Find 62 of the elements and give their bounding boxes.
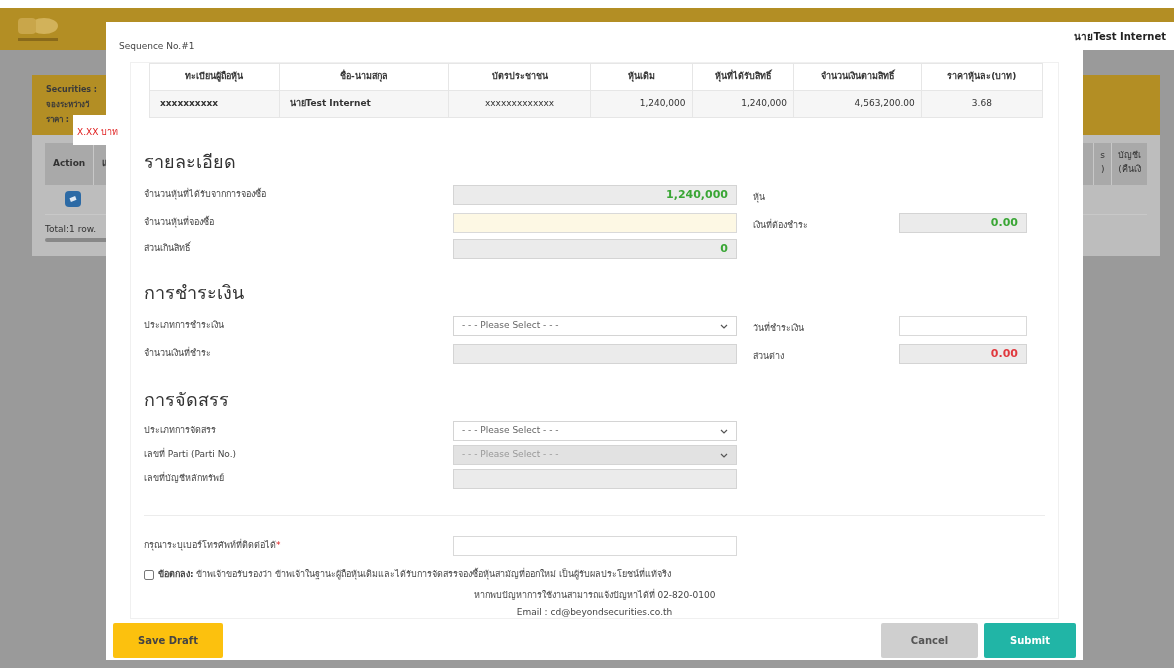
table-cell: นายTest Internet <box>279 90 449 118</box>
field-label: ส่วนต่าง <box>753 351 784 361</box>
field-label: หุ้น <box>753 192 765 202</box>
field-label: วันที่ชำระเงิน <box>753 323 804 333</box>
modal-title: Sequence No.#1 <box>119 41 195 51</box>
column-header: จำนวนเงินตามสิทธิ์ <box>793 63 922 91</box>
input-field[interactable] <box>899 316 1027 336</box>
section-heading: รายละเอียด <box>144 150 237 174</box>
readonly-field[interactable]: 0.00 <box>899 213 1027 233</box>
edit-icon <box>69 195 77 203</box>
field-label: ประเภทการชำระเงิน <box>144 319 225 333</box>
readonly-field[interactable]: 0 <box>453 239 737 259</box>
draft-button[interactable]: Save Draft <box>113 623 223 658</box>
agreement-text: ข้อตกลง: ข้าพเจ้าขอรับรองว่า ข้าพเจ้าในฐานะผู้ถือหุ้นเดิมและได้รับการจัดสรรจองซื้อหุ้นสามัญที่ออกใหม่ เป็นผู้รับผลประโยชน์ที่แท้จริง <box>158 568 672 582</box>
field-label: เงินที่ต้องชำระ <box>753 220 808 230</box>
field-label: กรุณาระบุเบอร์โทรศัพท์ที่ติดต่อได้* <box>144 539 282 553</box>
readonly-field[interactable]: 0.00 <box>899 344 1027 364</box>
footer-text: หากพบปัญหาการใช้งานสามารถแจ้งปัญหาได้ที่ 02-820-0100 <box>473 588 716 602</box>
readonly-field[interactable]: 1,240,000 <box>453 185 737 205</box>
price-text: X.XX บาท <box>77 127 119 137</box>
field-label: จำนวนหุ้นที่ได้รับจากการจองซื้อ <box>144 188 267 202</box>
readonly-field[interactable] <box>453 469 737 489</box>
footer-text: Email : cd@beyondsecurities.co.th <box>516 606 673 619</box>
cancel-button[interactable]: Cancel <box>881 623 978 658</box>
table-cell: xxxxxxxxxxxxx <box>448 90 591 118</box>
column-header: หุ้นเดิม <box>590 63 693 91</box>
chevron-down-icon <box>720 452 728 458</box>
select-field[interactable]: - - - Please Select - - - <box>453 421 737 441</box>
field-label: เลขที่ Parti (Parti No.) <box>144 448 238 462</box>
table-cell: 1,240,000 <box>590 90 693 118</box>
column-header: ทะเบียนผู้ถือหุ้น <box>149 63 280 91</box>
table-header: s ) <box>1093 143 1111 185</box>
card-text: ราคา : <box>46 114 69 126</box>
chevron-down-icon <box>720 323 728 329</box>
field-label: ประเภทการจัดสรร <box>144 424 217 438</box>
column-header: ราคาหุ้นละ(บาท) <box>921 63 1043 91</box>
card-text: จองระหว่างวั <box>46 99 89 111</box>
field-label: จำนวนหุ้นที่จองซื้อ <box>144 216 215 230</box>
agreement-checkbox[interactable] <box>144 569 154 580</box>
column-header: หุ้นที่ได้รับสิทธิ์ <box>692 63 794 91</box>
field-label: เลขที่บัญชีหลักทรัพย์ <box>144 472 225 486</box>
chevron-down-icon <box>720 428 728 434</box>
column-header: บัตรประชาชน <box>448 63 591 91</box>
readonly-field[interactable] <box>453 344 737 364</box>
card-text: Securities : <box>46 84 98 96</box>
field-label: ส่วนเกินสิทธิ์ <box>144 242 192 256</box>
input-field[interactable] <box>453 213 737 233</box>
row-total: Total:1 row. <box>45 222 97 236</box>
select-field[interactable]: - - - Please Select - - - <box>453 316 737 336</box>
table-cell: xxxxxxxxxx <box>149 90 280 118</box>
table-cell: 1,240,000 <box>692 90 794 118</box>
section-heading: การจัดสรร <box>144 388 230 412</box>
submit-button[interactable]: Submit <box>984 623 1076 658</box>
table-cell: 3.68 <box>921 90 1043 118</box>
user-name: นายTest Internet <box>1074 29 1166 44</box>
phone-input[interactable] <box>453 536 737 556</box>
table-header: บัญชีเ (คืนเงิ <box>1111 143 1147 185</box>
field-label: จำนวนเงินที่ชำระ <box>144 347 212 361</box>
column-header: ชื่อ-นามสกุล <box>279 63 449 91</box>
edit-button[interactable] <box>65 191 81 207</box>
section-heading: การชำระเงิน <box>144 281 245 305</box>
table-cell: 4,563,200.00 <box>793 90 922 118</box>
